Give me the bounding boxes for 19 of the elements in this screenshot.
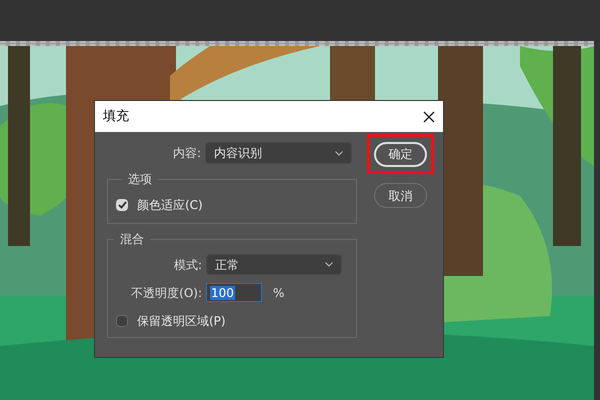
content-dropdown[interactable]: 内容识别 — [205, 142, 352, 164]
content-label: 内容: — [172, 145, 202, 162]
opacity-field[interactable]: 100 — [206, 283, 262, 302]
window-title: 填充 — [103, 108, 129, 126]
dialog-button[interactable]: 确定 — [374, 142, 427, 166]
percent-label: % — [273, 284, 284, 302]
checkbox-label: 保留透明区域(P) — [137, 313, 226, 330]
checkbox[interactable] — [116, 315, 128, 327]
close-icon[interactable] — [423, 110, 435, 122]
checkbox-label: 颜色适应(C) — [137, 197, 203, 214]
dialog-button[interactable]: 取消 — [374, 183, 427, 208]
chevron-icon — [325, 262, 333, 267]
group-title: 选项 — [127, 171, 153, 188]
mode-label: 模式: — [172, 256, 203, 274]
opacity-label: 不透明度(O): — [130, 284, 203, 302]
checkbox[interactable] — [116, 199, 128, 211]
group-title: 混合 — [119, 231, 145, 248]
chevron-icon — [335, 150, 343, 156]
mode-dropdown[interactable]: 正常 — [206, 254, 342, 275]
